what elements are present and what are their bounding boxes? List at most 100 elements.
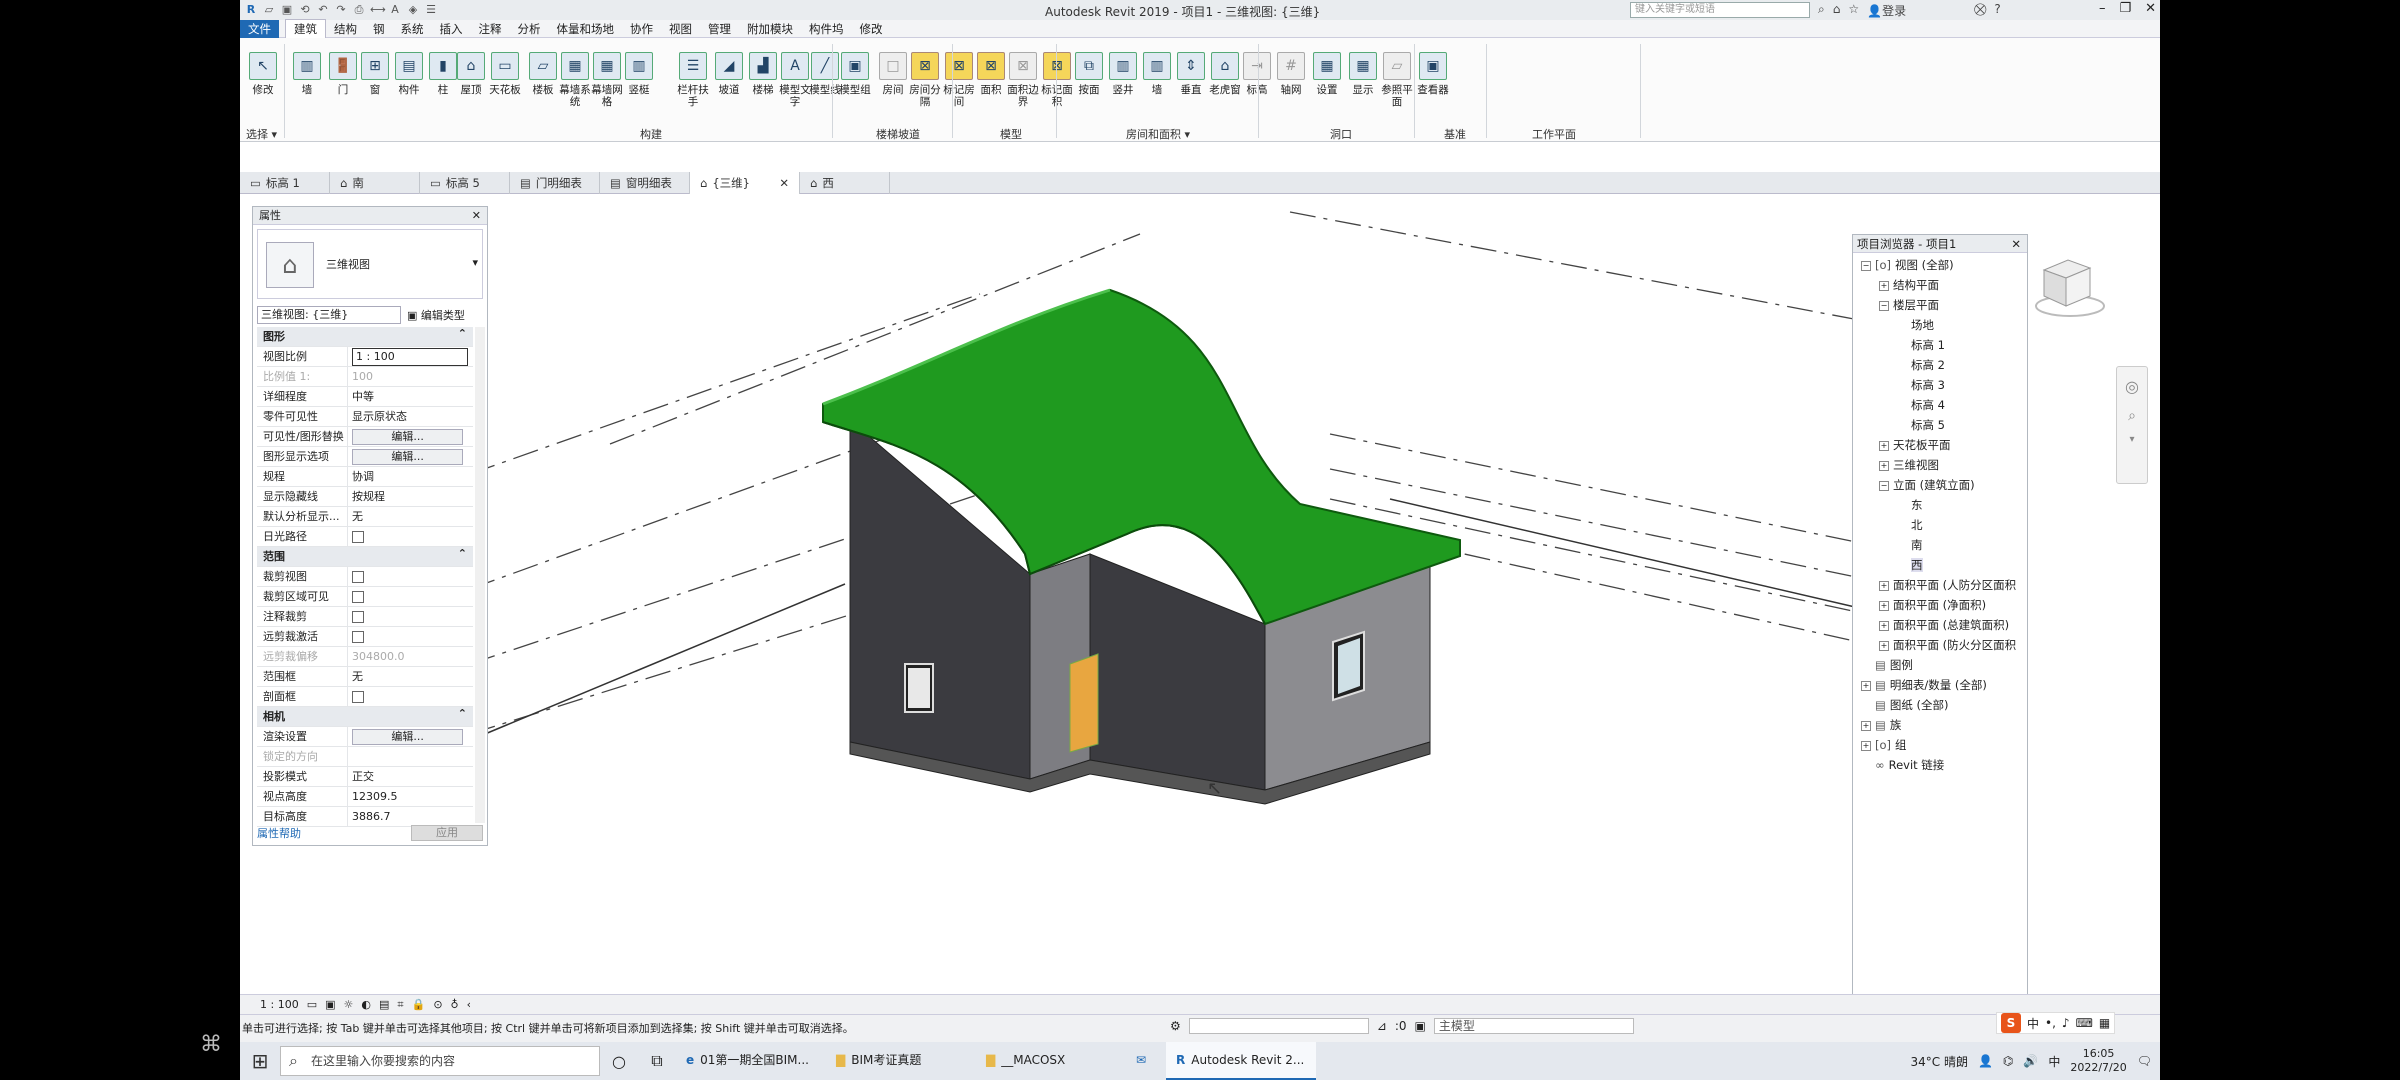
view-tab[interactable]: ⌂ 西 (800, 172, 890, 194)
collapse-icon[interactable]: ⌃ (458, 707, 473, 726)
ribbon-button[interactable]: ▱ 参照平面 (1380, 52, 1414, 108)
ribbon-button[interactable]: ▭ 天花板 (488, 52, 522, 96)
ribbon-tab[interactable]: 协作 (622, 20, 661, 38)
instance-selector[interactable]: 三维视图: {三维} (257, 306, 401, 324)
measure-icon[interactable]: ⟷ (370, 3, 386, 17)
properties-help-link[interactable]: 属性帮助 (257, 825, 301, 841)
collapse-icon[interactable]: − (1861, 260, 1871, 271)
expand-icon[interactable]: + (1879, 580, 1889, 591)
restore-button[interactable]: ❐ (2119, 1, 2131, 16)
ribbon-button[interactable]: ▥ 墙 (1140, 52, 1174, 96)
ribbon-button[interactable]: ☰ 栏杆扶手 (676, 52, 710, 108)
properties-scrollbar[interactable] (475, 327, 485, 823)
chevron-left-icon[interactable]: ‹ (467, 998, 471, 1011)
ribbon-tab[interactable]: 钢 (365, 20, 393, 38)
open-icon[interactable]: ▱ (262, 3, 276, 17)
property-section[interactable]: 范围 ⌃ (257, 547, 473, 567)
network-icon[interactable]: ⌬ (2003, 1054, 2013, 1068)
ribbon-button[interactable]: ▣ 查看器 (1416, 52, 1450, 96)
input-method-bar[interactable]: S 中 •, ♪ ⌨ ▦ (1996, 1012, 2116, 1034)
crop-icon[interactable]: ⌗ (397, 998, 403, 1012)
view-tab[interactable]: ▭ 标高 5 (420, 172, 510, 194)
workset-dropdown[interactable] (1188, 1018, 1369, 1034)
ribbon-tab[interactable]: 附加模块 (739, 20, 801, 38)
ribbon-button[interactable]: ▣ 模型组 (838, 52, 872, 96)
ribbon-tab[interactable]: 建筑 (285, 19, 326, 38)
property-value[interactable]: 无 (347, 507, 473, 526)
ribbon-button[interactable]: ╱ 模型线 (808, 52, 842, 96)
view-tab[interactable]: ▤ 窗明细表 (600, 172, 690, 194)
ribbon-tab[interactable]: 体量和场地 (549, 20, 623, 38)
clock[interactable]: 16:05 2022/7/20 (2070, 1047, 2126, 1075)
property-section[interactable]: 相机 ⌃ (257, 707, 473, 727)
property-value[interactable]: 显示原状态 (347, 407, 473, 426)
temp-hide-icon[interactable]: ⊙ (433, 998, 442, 1011)
ribbon-button[interactable]: ↖ 修改 (246, 52, 280, 96)
chevron-down-icon[interactable]: ▾ (472, 256, 478, 269)
visual-style-icon[interactable]: ▣ (325, 998, 335, 1011)
ribbon-tab[interactable]: 结构 (326, 20, 365, 38)
binoculars-icon[interactable]: ⌕ (1818, 2, 1825, 19)
ribbon-button[interactable]: ⌂ 屋顶 (454, 52, 488, 96)
ribbon-button[interactable]: A 模型文字 (778, 52, 812, 108)
property-value[interactable]: 无 (347, 667, 473, 686)
taskbar-app[interactable]: ▇ BIM考证真题 (826, 1042, 976, 1080)
ribbon-button[interactable]: ▦ 幕墙系统 (558, 52, 592, 108)
close-button[interactable]: ✕ (2145, 1, 2156, 16)
ribbon-button[interactable]: ▥ 墙 (290, 52, 324, 96)
ribbon-button[interactable]: ⧉ 按面 (1072, 52, 1106, 96)
browser-node[interactable]: 标高 4 (1853, 395, 2027, 415)
cortana-icon[interactable]: ○ (600, 1052, 638, 1071)
taskbar-app[interactable]: ✉ (1126, 1042, 1166, 1080)
detail-level-icon[interactable]: ▭ (307, 998, 317, 1011)
property-checkbox[interactable] (352, 571, 364, 583)
ribbon-button[interactable]: ⊠ 房间分隔 (908, 52, 942, 108)
expand-icon[interactable]: + (1861, 680, 1871, 691)
collapse-icon[interactable]: ⌃ (458, 547, 473, 566)
ribbon-tab[interactable]: 插入 (432, 20, 471, 38)
property-value[interactable]: 中等 (347, 387, 473, 406)
property-edit-button[interactable]: 编辑... (352, 429, 464, 445)
viewcube[interactable] (2030, 248, 2106, 324)
expand-icon[interactable]: + (1879, 620, 1889, 631)
property-value[interactable]: 12309.5 (347, 787, 473, 806)
ime-indicator[interactable]: 中 (2048, 1053, 2060, 1070)
browser-node[interactable]: − 楼层平面 (1853, 295, 2027, 315)
zoom-icon[interactable]: ⌕ (2117, 408, 2147, 424)
property-edit-button[interactable]: 编辑... (352, 449, 464, 465)
steering-wheel-icon[interactable]: ◎ (2117, 377, 2147, 396)
browser-node[interactable]: 标高 3 (1853, 375, 2027, 395)
ribbon-button[interactable]: ⊠ 面积 (974, 52, 1008, 96)
favorites-icon[interactable]: ☆ (1848, 2, 1859, 19)
apply-button[interactable]: 应用 (411, 825, 483, 841)
browser-node[interactable]: 标高 5 (1853, 415, 2027, 435)
ribbon-button[interactable]: ⊠ 面积边界 (1006, 52, 1040, 108)
ribbon-button[interactable]: ▦ 幕墙网格 (590, 52, 624, 108)
sun-path-icon[interactable]: ☼ (344, 998, 354, 1011)
weather-widget[interactable]: 34°C 晴朗 (1910, 1053, 1967, 1070)
workset-icon[interactable]: ⚙ (1170, 1019, 1181, 1033)
close-icon[interactable]: ✕ (472, 207, 481, 225)
browser-node[interactable]: 北 (1853, 515, 2027, 535)
revit-logo-icon[interactable]: R (244, 3, 258, 17)
collapse-icon[interactable]: ⌃ (458, 327, 473, 346)
property-section[interactable]: 图形 ⌃ (257, 327, 473, 347)
ribbon-tab[interactable]: 注释 (471, 20, 510, 38)
ribbon-button[interactable]: ⇕ 垂直 (1174, 52, 1208, 96)
subscription-icon[interactable]: ⌂ (1833, 2, 1841, 19)
browser-node[interactable]: 南 (1853, 535, 2027, 555)
design-option-dropdown[interactable]: 主模型 (1433, 1018, 1634, 1034)
browser-node[interactable]: + [o] 组 (1853, 735, 2027, 755)
view-tab[interactable]: ⌂ {三维} ✕ (690, 172, 800, 194)
property-checkbox[interactable] (352, 531, 364, 543)
help-search-input[interactable]: 键入关键字或短语 (1630, 2, 1810, 18)
person-icon[interactable]: 👤 (1978, 1054, 1993, 1068)
ribbon-button[interactable]: ⊠ 标记面积 (1040, 52, 1074, 108)
collapse-icon[interactable]: − (1879, 300, 1889, 311)
3d-view-icon[interactable]: ◈ (406, 3, 420, 17)
property-input[interactable]: 1 : 100 (352, 348, 469, 366)
browser-node[interactable]: ▤ 图例 (1853, 655, 2027, 675)
notification-icon[interactable]: 🗨 (2137, 1054, 2152, 1068)
save-icon[interactable]: ▣ (280, 3, 294, 17)
ribbon-button[interactable]: ⊠ 标记房间 (942, 52, 976, 108)
